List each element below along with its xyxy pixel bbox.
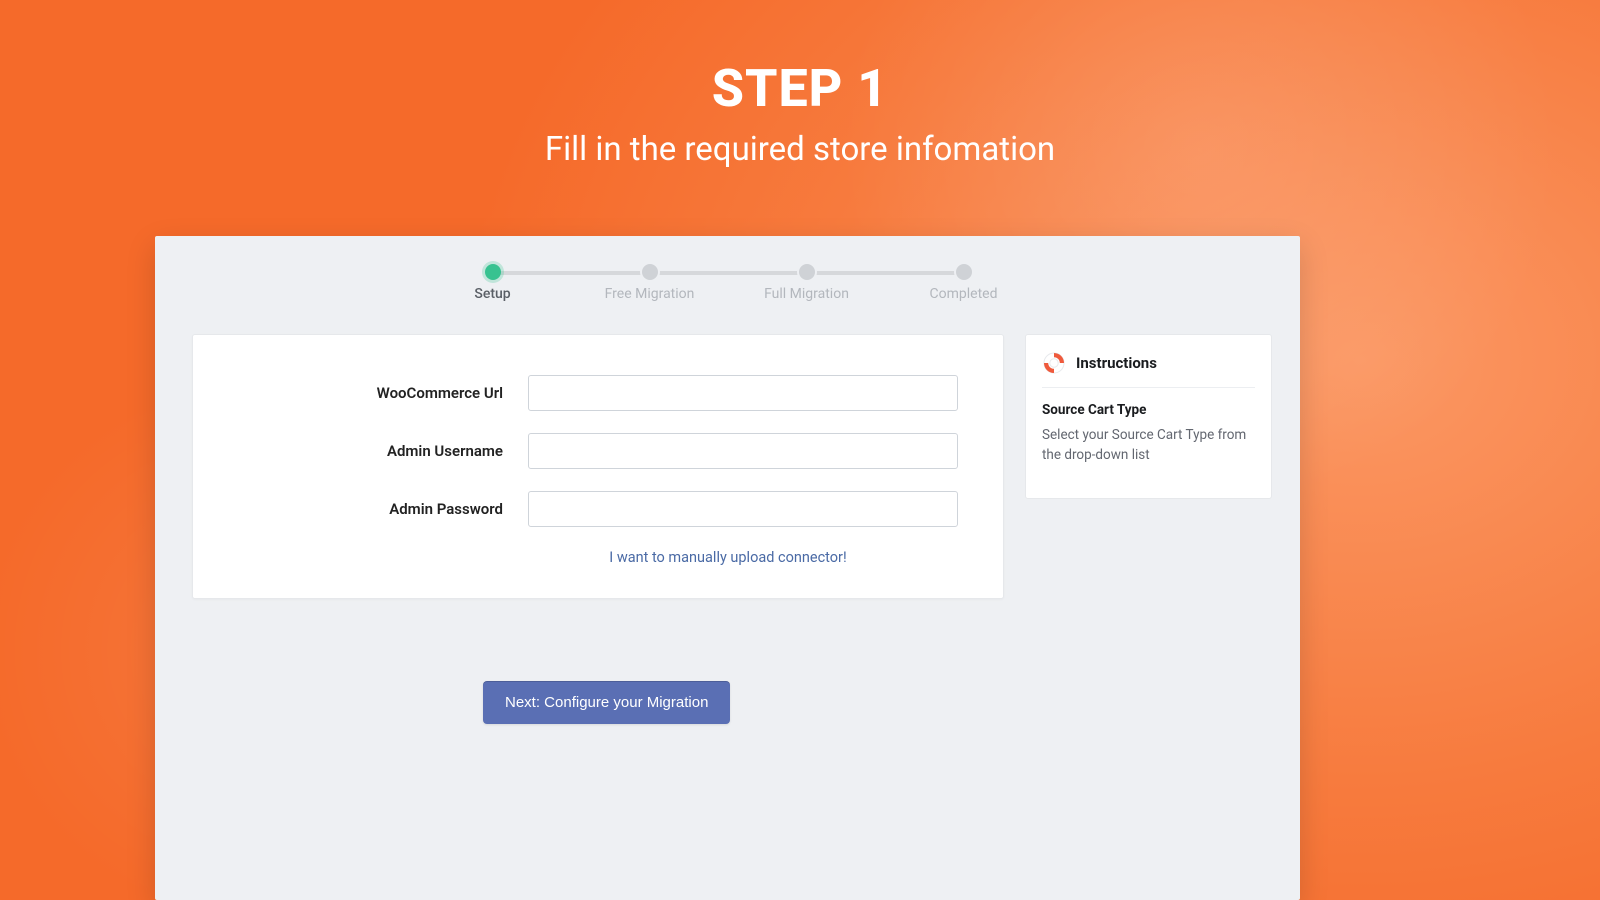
input-admin-username[interactable] xyxy=(528,433,958,469)
step-dot-icon xyxy=(956,264,972,280)
link-manual-upload-connector[interactable]: I want to manually upload connector! xyxy=(513,549,943,566)
label-username: Admin Username xyxy=(233,442,528,460)
label-url: WooCommerce Url xyxy=(233,384,528,402)
step-full-migration[interactable]: Full Migration xyxy=(747,264,867,302)
step-dot-icon xyxy=(799,264,815,280)
step-label: Completed xyxy=(904,286,1024,302)
step-dot-icon xyxy=(642,264,658,280)
input-admin-password[interactable] xyxy=(528,491,958,527)
label-password: Admin Password xyxy=(233,500,528,518)
lifebuoy-icon xyxy=(1042,351,1066,375)
step-label: Free Migration xyxy=(590,286,710,302)
page-subtitle: Fill in the required store infomation xyxy=(0,130,1600,169)
step-label: Full Migration xyxy=(747,286,867,302)
step-completed[interactable]: Completed xyxy=(904,264,1024,302)
wizard-card: Setup Free Migration Full Migration Comp… xyxy=(155,236,1300,900)
step-label: Setup xyxy=(433,286,553,302)
instructions-subtitle: Source Cart Type xyxy=(1042,402,1255,418)
row-username: Admin Username xyxy=(233,433,963,469)
next-button[interactable]: Next: Configure your Migration xyxy=(483,681,730,724)
stepper-line xyxy=(493,271,963,275)
step-free-migration[interactable]: Free Migration xyxy=(590,264,710,302)
instructions-body: Select your Source Cart Type from the dr… xyxy=(1042,426,1255,465)
stepper-track: Setup Free Migration Full Migration Comp… xyxy=(483,264,973,304)
row-password: Admin Password xyxy=(233,491,963,527)
step-dot-icon xyxy=(485,264,501,280)
instructions-panel: Instructions Source Cart Type Select you… xyxy=(1025,334,1272,499)
page-title: STEP 1 xyxy=(0,58,1600,119)
step-setup[interactable]: Setup xyxy=(433,264,553,302)
instructions-title: Instructions xyxy=(1076,354,1157,372)
row-url: WooCommerce Url xyxy=(233,375,963,411)
stepper: Setup Free Migration Full Migration Comp… xyxy=(155,264,1300,304)
instructions-header: Instructions xyxy=(1042,351,1255,388)
input-woocommerce-url[interactable] xyxy=(528,375,958,411)
source-store-form: WooCommerce Url Admin Username Admin Pas… xyxy=(192,334,1004,599)
